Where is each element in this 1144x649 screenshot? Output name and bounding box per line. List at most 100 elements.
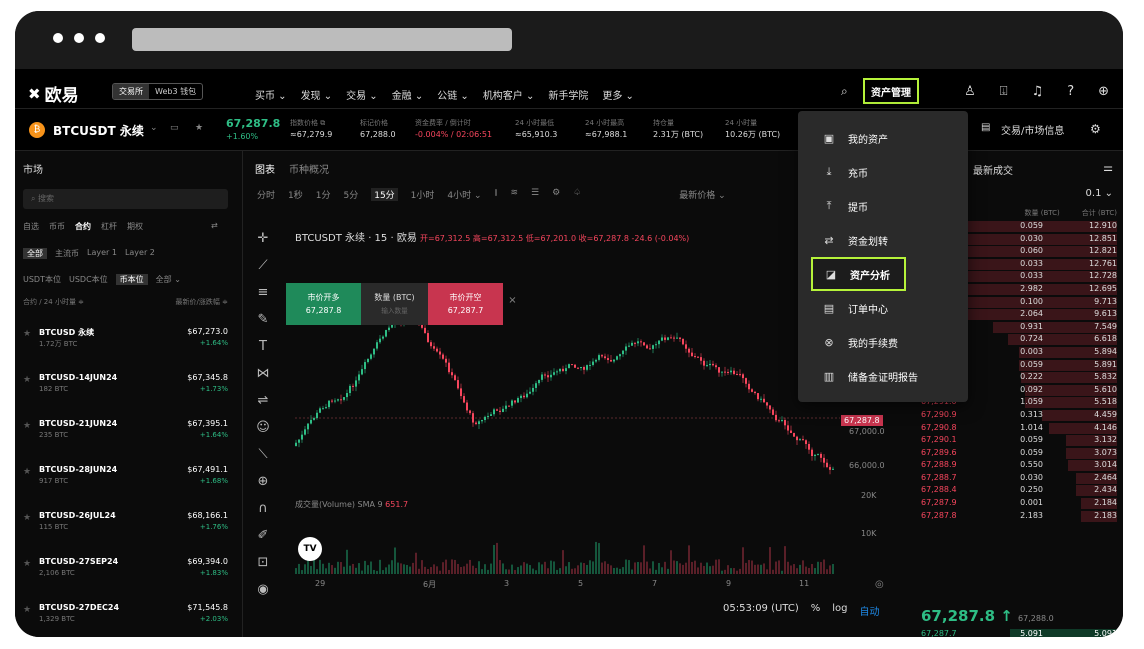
ask-row[interactable]: 67,289.6 0.059 3.073 — [903, 447, 1117, 461]
nav-item[interactable]: 机构客户 ⌄ — [483, 87, 535, 102]
market-row[interactable]: ★ BTCUSD-21JUN24 235 BTC $67,395.1 +1.64% — [23, 415, 228, 461]
ask-row[interactable]: 67,288.7 0.030 2.464 — [903, 472, 1117, 486]
ask-row[interactable]: 67,287.9 0.001 2.184 — [903, 498, 1117, 511]
gear-icon[interactable]: ⚙ — [1090, 122, 1101, 136]
col-contract[interactable]: 合约 / 24 小时量 ≑ — [23, 297, 84, 307]
menu-item-proof-of-reserves[interactable]: ▥ 储备金证明报告 — [798, 359, 968, 393]
download-icon[interactable]: ⍗ — [1000, 84, 1008, 99]
info-icon[interactable]: ▭ — [170, 123, 179, 133]
logo[interactable]: ✖ 欧易 — [28, 81, 79, 107]
text-icon[interactable]: T — [259, 339, 267, 354]
star-icon[interactable]: ★ — [23, 467, 31, 477]
menu-item-asset-analysis[interactable]: ◪ 资产分析 — [811, 257, 906, 291]
tab-layer2[interactable]: Layer 2 — [125, 248, 155, 259]
chart-type-icon[interactable]: ≋ — [510, 188, 518, 201]
star-icon[interactable]: ★ — [23, 421, 31, 431]
trade-market-info-link[interactable]: 交易/市场信息 — [1001, 122, 1064, 137]
address-bar[interactable] — [132, 28, 512, 51]
ruler-icon[interactable]: ⟍ — [258, 447, 267, 462]
nav-item[interactable]: 买币 ⌄ — [255, 87, 287, 102]
tab-margin[interactable]: 杠杆 — [101, 221, 117, 232]
market-row[interactable]: ★ BTCUSD-26JUL24 115 BTC $68,166.1 +1.76% — [23, 507, 228, 553]
tab-contracts[interactable]: 合约 — [75, 221, 91, 232]
ask-row[interactable]: 67,287.8 2.183 2.183 — [903, 510, 1117, 524]
tab-all-dropdown[interactable]: 全部 ⌄ — [156, 274, 181, 285]
window-dot[interactable] — [53, 33, 63, 43]
tab-options[interactable]: 期权 — [127, 221, 143, 232]
market-row[interactable]: ★ BTCUSD-28JUN24 917 BTC $67,491.1 +1.68% — [23, 461, 228, 507]
window-dot[interactable] — [74, 33, 84, 43]
tab-chart[interactable]: 图表 — [255, 161, 275, 176]
tab-favorites[interactable]: 自选 — [23, 221, 39, 232]
tf-item[interactable]: 1小时 — [411, 188, 435, 201]
market-sell-button[interactable]: 市价开空 67,287.7 — [428, 283, 503, 325]
star-icon[interactable]: ★ — [23, 559, 31, 569]
switch-web3-wallet[interactable]: Web3 钱包 — [149, 84, 202, 99]
utc-time[interactable]: 05:53:09 (UTC) — [723, 603, 799, 618]
market-search-input[interactable]: ⌕ 搜索 — [23, 189, 228, 209]
menu-item-deposit[interactable]: ⤓ 充币 — [798, 155, 968, 189]
tab-spot[interactable]: 币币 — [49, 221, 65, 232]
tab-coin[interactable]: 币本位 — [115, 274, 148, 285]
hline-icon[interactable]: ≡ — [258, 285, 269, 300]
ask-row[interactable]: 67,290.9 0.313 4.459 — [903, 409, 1117, 423]
trendline-icon[interactable]: ⟋ — [258, 258, 267, 273]
tf-item[interactable]: 1秒 — [288, 188, 303, 201]
gear-icon[interactable]: ⚙ — [552, 188, 560, 201]
latest-price-dropdown[interactable]: 最新价格 ⌄ — [679, 188, 725, 201]
tradingview-logo-icon[interactable]: TV — [298, 537, 322, 561]
close-icon[interactable]: × — [503, 283, 522, 325]
nav-item[interactable]: 更多 ⌄ — [602, 87, 634, 102]
orderbook-title[interactable]: 最新成交 — [973, 162, 1013, 177]
nav-item[interactable]: 金融 ⌄ — [392, 87, 424, 102]
search-icon[interactable]: ⌕ — [841, 84, 848, 99]
market-row[interactable]: ★ BTCUSD 永续 1.72万 BTC $67,273.0 +1.64% — [23, 323, 228, 369]
bid-row[interactable]: 67,287.7 5.091 5.091 — [903, 629, 1117, 637]
globe-icon[interactable]: ⊕ — [1098, 84, 1109, 99]
tab-all[interactable]: 全部 — [23, 248, 47, 259]
tab-layer1[interactable]: Layer 1 — [87, 248, 117, 259]
market-row[interactable]: ★ BTCUSD-27SEP24 2,106 BTC $69,394.0 +1.83% — [23, 553, 228, 599]
switch-exchange[interactable]: 交易所 — [113, 84, 149, 99]
settings-slider-icon[interactable]: ⚌ — [1103, 161, 1113, 174]
star-icon[interactable]: ★ — [23, 513, 31, 523]
brush-icon[interactable]: ✎ — [258, 312, 269, 327]
document-icon[interactable]: ▤ — [981, 122, 990, 133]
window-dot[interactable] — [95, 33, 105, 43]
pair-selector[interactable]: BTCUSDT 永续 — [53, 122, 144, 139]
star-icon[interactable]: ★ — [23, 605, 31, 615]
chevron-down-icon[interactable]: ⌄ — [150, 123, 158, 133]
star-icon[interactable]: ★ — [23, 329, 31, 339]
menu-item-withdraw[interactable]: ⤒ 提币 — [798, 189, 968, 223]
user-icon[interactable]: ♙ — [964, 84, 976, 99]
lock-draw-icon[interactable]: ✐ — [258, 528, 269, 543]
ask-row[interactable]: 67,288.4 0.250 2.434 — [903, 485, 1117, 498]
asset-management-button[interactable]: 资产管理 — [863, 78, 919, 104]
tf-item[interactable]: 15分 — [371, 188, 398, 201]
bell-icon[interactable]: ♫ — [1032, 84, 1044, 99]
swap-icon[interactable]: ⇄ — [211, 221, 218, 232]
tf-item[interactable]: 1分 — [316, 188, 331, 201]
goto-icon[interactable]: ◎ — [875, 579, 884, 590]
menu-item-order-center[interactable]: ▤ 订单中心 — [798, 291, 968, 325]
nav-item[interactable]: 新手学院 — [548, 87, 588, 102]
tab-major[interactable]: 主流币 — [55, 248, 79, 259]
star-icon[interactable]: ★ — [23, 375, 31, 385]
tf-item[interactable]: 分时 — [257, 188, 275, 201]
col-price[interactable]: 最新价/涨跌幅 ≑ — [176, 297, 228, 307]
tf-item[interactable]: 4小时 ⌄ — [447, 188, 481, 201]
market-row[interactable]: ★ BTCUSD-14JUN24 182 BTC $67,345.8 +1.73% — [23, 369, 228, 415]
tf-item[interactable]: 5分 — [343, 188, 358, 201]
crosshair-icon[interactable]: ✛ — [258, 231, 269, 246]
measure-icon[interactable]: ⇌ — [258, 393, 269, 408]
star-icon[interactable]: ★ — [195, 123, 203, 133]
menu-item-transfer[interactable]: ⇄ 资金划转 — [798, 223, 968, 257]
ask-row[interactable]: 67,288.9 0.550 3.014 — [903, 460, 1117, 473]
nav-item[interactable]: 公链 ⌄ — [437, 87, 469, 102]
ask-row[interactable]: 67,290.8 1.014 4.146 — [903, 422, 1117, 436]
nav-item[interactable]: 交易 ⌄ — [346, 87, 378, 102]
zoom-icon[interactable]: ⊕ — [258, 474, 269, 489]
emoji-icon[interactable]: ☺ — [256, 420, 270, 435]
pattern-icon[interactable]: ⋈ — [257, 366, 270, 381]
lock-icon[interactable]: ⊡ — [258, 555, 269, 570]
